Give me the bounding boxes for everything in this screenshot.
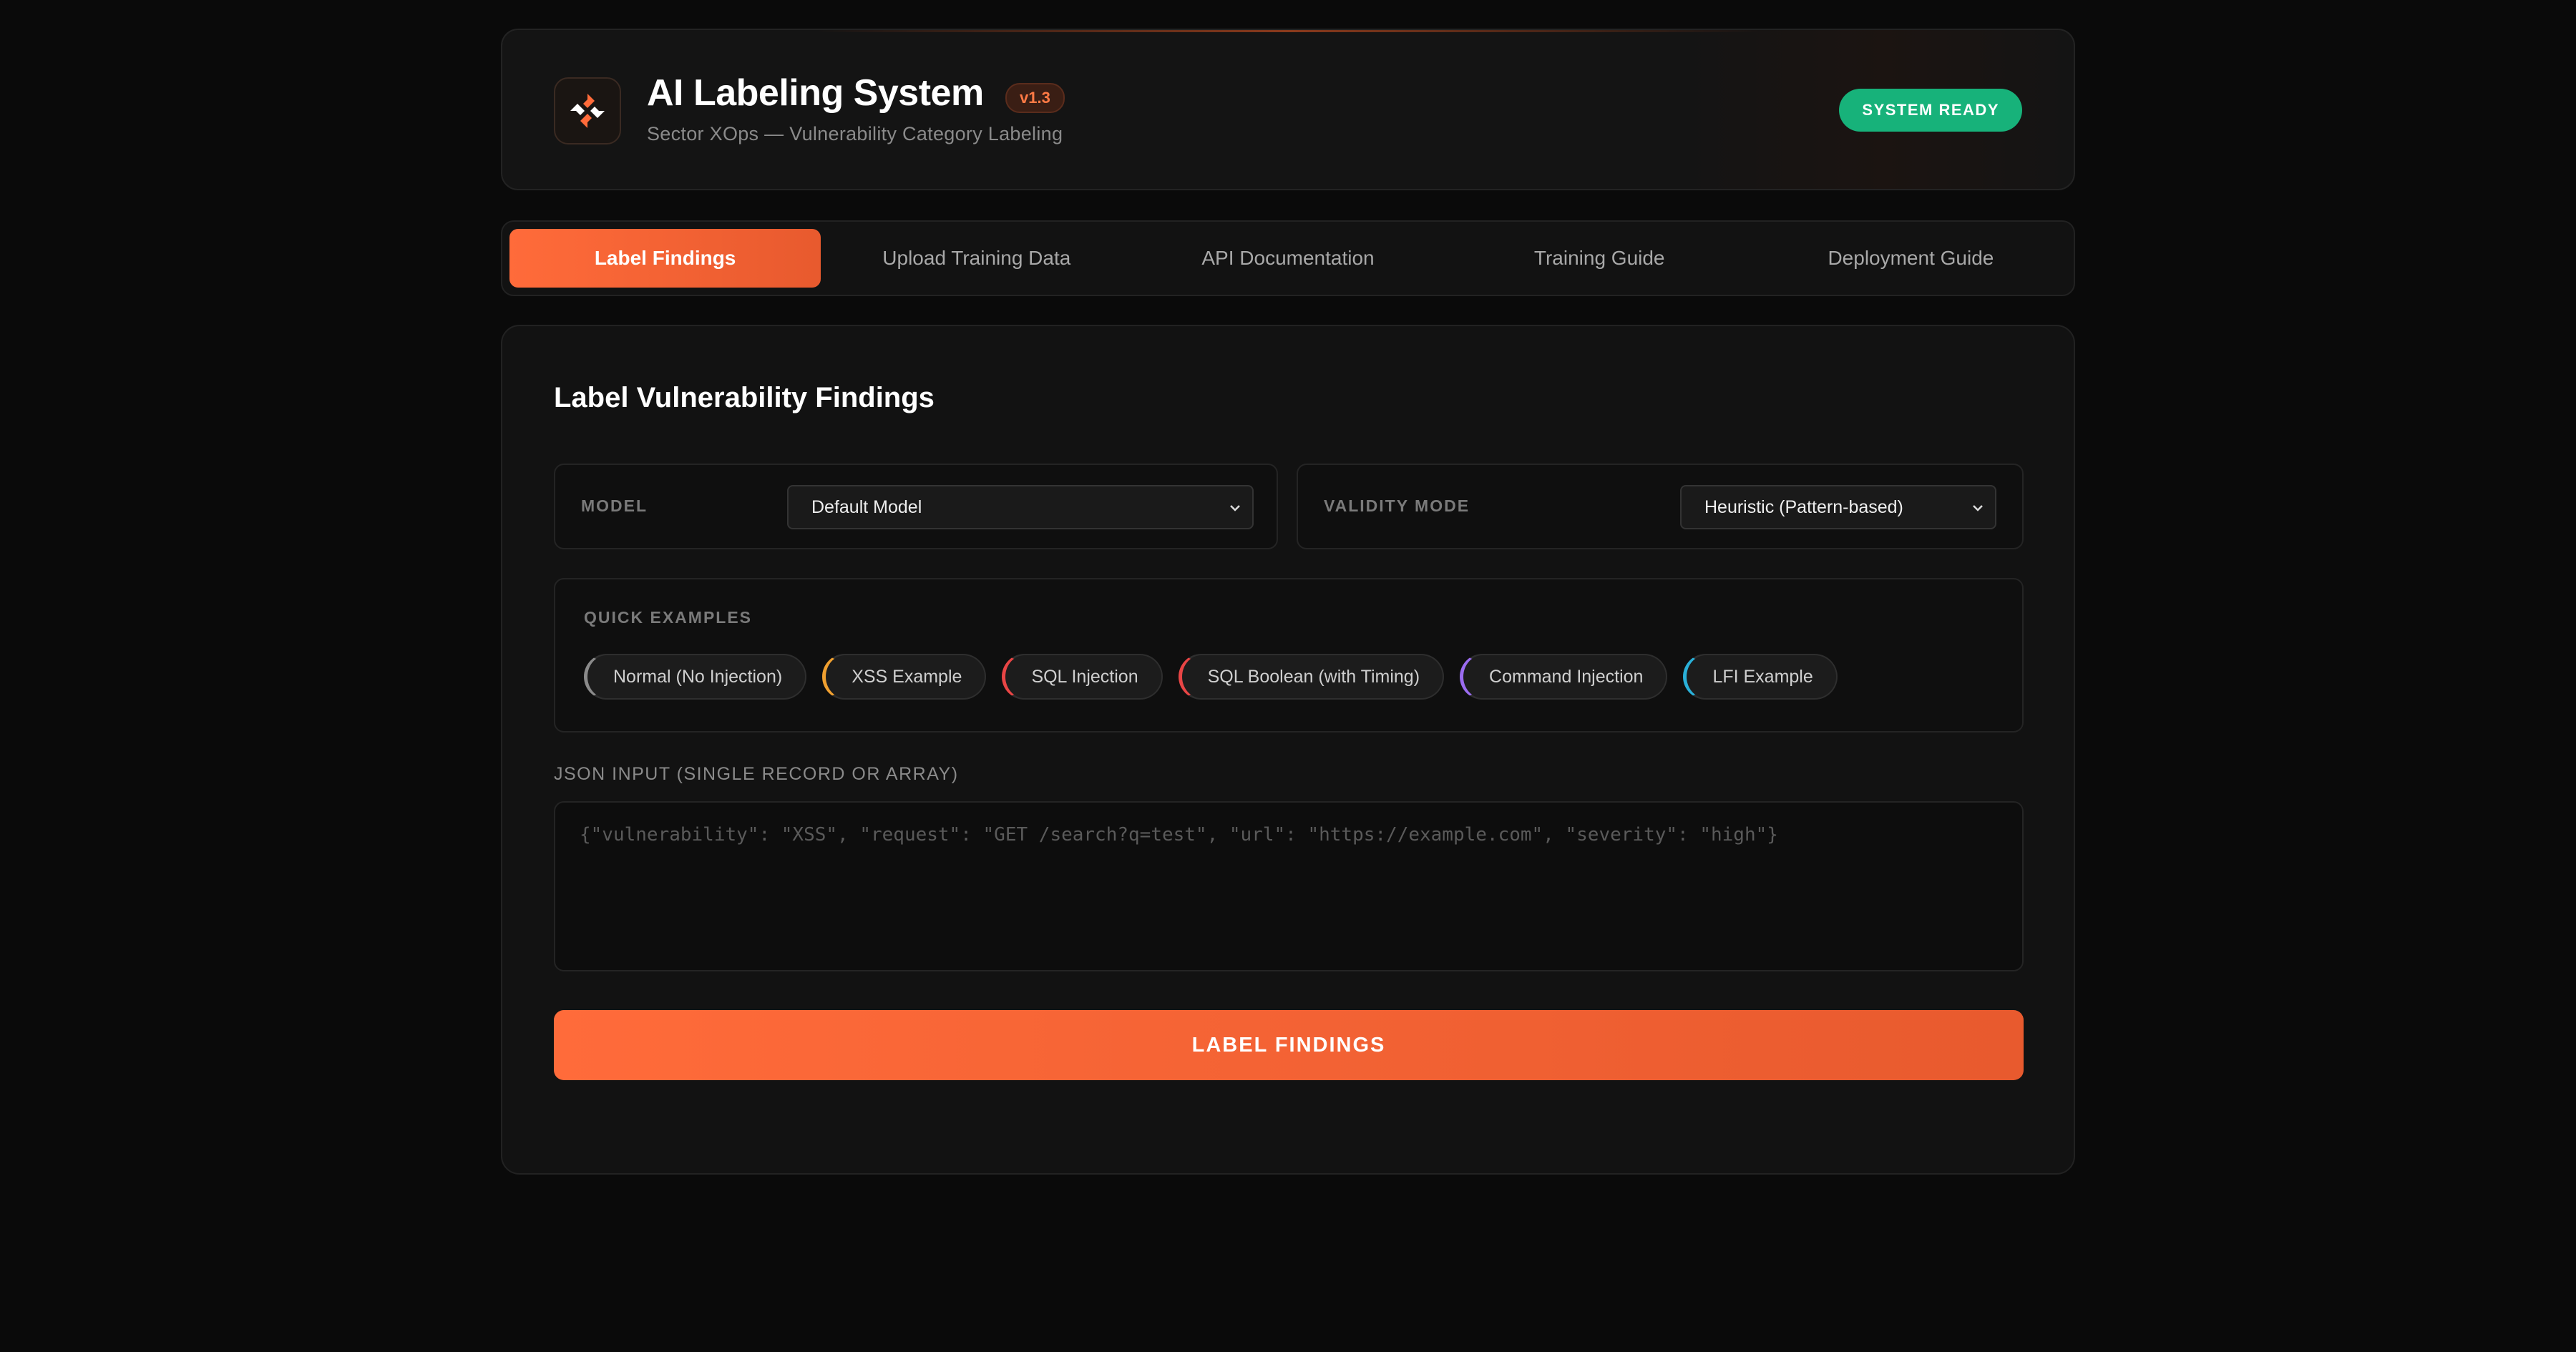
tab-deployment-guide[interactable]: Deployment Guide bbox=[1755, 229, 2067, 288]
chevron-down-icon bbox=[1226, 499, 1244, 521]
label-findings-button[interactable]: LABEL FINDINGS bbox=[554, 1010, 2024, 1080]
quick-examples-label: QUICK EXAMPLES bbox=[584, 608, 753, 627]
model-label: MODEL bbox=[581, 496, 648, 515]
version-badge: v1.3 bbox=[1005, 83, 1065, 113]
quick-examples: QUICK EXAMPLES Normal (No Injection) XSS… bbox=[554, 578, 2024, 733]
tab-training-guide[interactable]: Training Guide bbox=[1444, 229, 1755, 288]
validity-config: VALIDITY MODE Heuristic (Pattern-based) bbox=[1297, 464, 2024, 549]
quick-example-chips: Normal (No Injection) XSS Example SQL In… bbox=[584, 654, 1838, 700]
status-badge: SYSTEM READY bbox=[1839, 89, 2022, 132]
json-input-placeholder: {"vulnerability": "XSS", "request": "GET… bbox=[580, 824, 1778, 846]
json-input-label: JSON INPUT (SINGLE RECORD OR ARRAY) bbox=[554, 764, 959, 784]
model-select[interactable]: Default Model bbox=[787, 485, 1254, 529]
panel-title: Label Vulnerability Findings bbox=[554, 382, 935, 413]
example-chip-sql-boolean[interactable]: SQL Boolean (with Timing) bbox=[1178, 654, 1445, 700]
app-subtitle: Sector XOps — Vulnerability Category Lab… bbox=[647, 123, 1063, 144]
json-input-field[interactable]: {"vulnerability": "XSS", "request": "GET… bbox=[554, 801, 2024, 971]
example-chip-sql-injection[interactable]: SQL Injection bbox=[1002, 654, 1163, 700]
example-chip-command-injection[interactable]: Command Injection bbox=[1460, 654, 1668, 700]
tab-bar: Label Findings Upload Training Data API … bbox=[501, 220, 2075, 296]
example-chip-xss[interactable]: XSS Example bbox=[822, 654, 987, 700]
example-chip-lfi[interactable]: LFI Example bbox=[1683, 654, 1838, 700]
tab-upload-training-data[interactable]: Upload Training Data bbox=[821, 229, 1132, 288]
model-select-value: Default Model bbox=[811, 496, 922, 517]
example-chip-normal[interactable]: Normal (No Injection) bbox=[584, 654, 807, 700]
validity-label: VALIDITY MODE bbox=[1324, 496, 1470, 515]
tab-api-documentation[interactable]: API Documentation bbox=[1132, 229, 1443, 288]
tab-label-findings[interactable]: Label Findings bbox=[509, 229, 821, 288]
validity-mode-select[interactable]: Heuristic (Pattern-based) bbox=[1680, 485, 1996, 529]
app-header: AI Labeling System v1.3 Sector XOps — Vu… bbox=[501, 29, 2075, 190]
logo-icon bbox=[554, 77, 621, 144]
app-title: AI Labeling System bbox=[647, 72, 984, 114]
validity-select-value: Heuristic (Pattern-based) bbox=[1704, 496, 1903, 517]
app-container: AI Labeling System v1.3 Sector XOps — Vu… bbox=[501, 29, 2075, 1175]
label-findings-panel: Label Vulnerability Findings MODEL Defau… bbox=[501, 325, 2075, 1175]
model-config: MODEL Default Model bbox=[554, 464, 1278, 549]
chevron-down-icon bbox=[1969, 499, 1986, 521]
